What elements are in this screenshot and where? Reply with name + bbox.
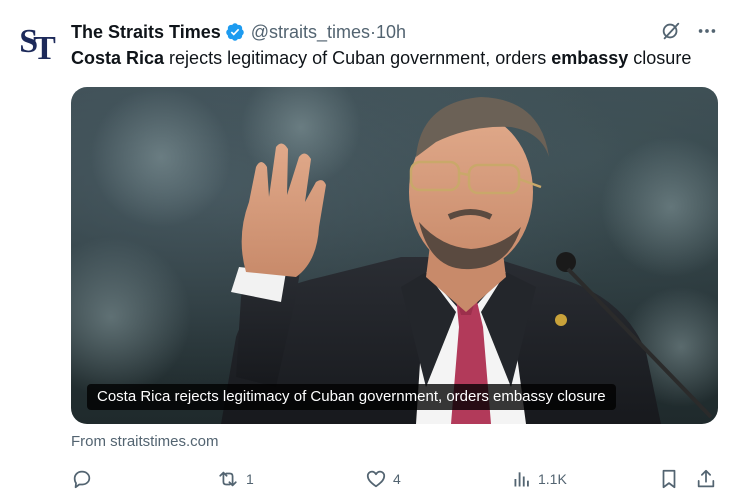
card-source[interactable]: From straitstimes.com [71, 433, 219, 450]
views-icon [512, 468, 532, 490]
retweet-count: 1 [246, 471, 254, 487]
tweet-timestamp[interactable]: 10h [376, 22, 406, 43]
account-handle[interactable]: @straits_times [251, 22, 370, 43]
card-caption: Costa Rica rejects legitimacy of Cuban g… [87, 384, 616, 410]
news-photo [71, 87, 718, 424]
tweet-text: Costa Rica rejects legitimacy of Cuban g… [71, 48, 691, 69]
reply-button[interactable] [71, 466, 99, 492]
tweet-header: The Straits Times @straits_times · 10h [71, 20, 406, 44]
top-right-actions [660, 20, 718, 42]
like-button[interactable]: 4 [365, 466, 401, 492]
retweet-button[interactable]: 1 [216, 466, 254, 492]
share-icon [695, 468, 717, 490]
views-count: 1.1K [538, 471, 567, 487]
tweet-text-part-3: embassy [551, 48, 629, 68]
like-count: 4 [393, 471, 401, 487]
like-icon [365, 468, 387, 490]
share-button[interactable] [695, 466, 717, 492]
account-name[interactable]: The Straits Times [71, 22, 221, 43]
avatar-letter-t: T [33, 30, 56, 67]
reply-icon [71, 468, 93, 490]
views-button[interactable]: 1.1K [512, 466, 567, 492]
more-icon[interactable] [696, 20, 718, 42]
tweet-text-part-2: rejects legitimacy of Cuban government, … [164, 48, 552, 68]
avatar[interactable]: S T [12, 22, 58, 68]
link-card-image[interactable]: Costa Rica rejects legitimacy of Cuban g… [71, 87, 718, 424]
verified-badge-icon [225, 22, 245, 42]
bookmark-button[interactable] [658, 466, 680, 492]
tweet-text-part-1: Costa Rica [71, 48, 165, 68]
grok-icon[interactable] [660, 20, 682, 42]
tweet-text-part-4: closure [628, 48, 692, 68]
avatar-letter-s: S [19, 23, 38, 60]
bookmark-icon [658, 468, 680, 490]
retweet-icon [216, 468, 240, 490]
